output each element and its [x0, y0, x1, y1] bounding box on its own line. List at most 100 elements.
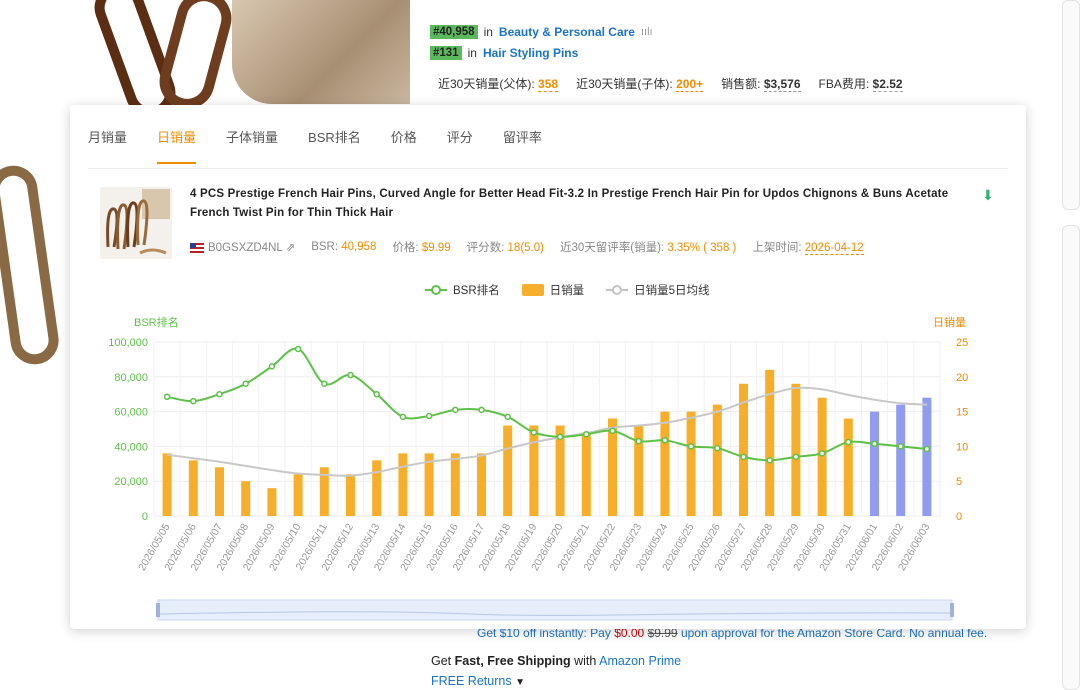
- meta-label: 评分数:: [466, 242, 505, 254]
- bsr-point[interactable]: [687, 443, 695, 450]
- tab-2[interactable]: 子体销量: [226, 127, 278, 164]
- sales-stats: 近30天销量(父体): 358 近30天销量(子体): 200+ 销售额: $3…: [438, 75, 903, 92]
- bsr-point[interactable]: [163, 393, 171, 401]
- download-icon[interactable]: ⬇: [982, 187, 994, 204]
- bsr-point[interactable]: [923, 445, 931, 453]
- bsr-point[interactable]: [792, 453, 800, 461]
- zoom-slider-handle-left[interactable]: [156, 603, 160, 617]
- stat-value[interactable]: 200+: [676, 77, 704, 92]
- bar-daily-sales[interactable]: [529, 425, 539, 516]
- stat-value[interactable]: $2.52: [872, 77, 903, 92]
- bar-daily-sales[interactable]: [581, 432, 591, 516]
- rating-item: 评分数: 18(5.0): [467, 239, 544, 255]
- bsr-point[interactable]: [242, 380, 249, 388]
- tab-5[interactable]: 评分: [447, 127, 473, 164]
- chart-legend: BSR排名 日销量 日销量5日均线: [425, 282, 710, 298]
- bar-daily-sales[interactable]: [372, 460, 382, 516]
- bsr-point[interactable]: [190, 397, 197, 405]
- tab-1[interactable]: 日销量: [157, 127, 197, 164]
- bsr-value: 40,958: [341, 241, 377, 253]
- bsr-point[interactable]: [661, 437, 669, 444]
- bar-daily-sales[interactable]: [477, 453, 486, 516]
- review-rate-value: 3.35% ( 358 ): [667, 242, 737, 254]
- product-thumbnail: [100, 187, 172, 259]
- rank-category-link[interactable]: Beauty & Personal Care: [499, 25, 635, 39]
- listed-item: 上架时间: 2026-04-12: [752, 239, 864, 255]
- legend-item-daily-sales[interactable]: 日销量: [521, 282, 584, 298]
- bar-daily-sales[interactable]: [922, 397, 932, 516]
- zoom-slider-handle-right[interactable]: [950, 603, 954, 617]
- bsr-point[interactable]: [268, 363, 276, 370]
- external-link-icon[interactable]: ⇗: [286, 242, 296, 254]
- bar-daily-sales[interactable]: [712, 404, 722, 516]
- bar-daily-sales[interactable]: [293, 474, 303, 516]
- bsr-point[interactable]: [373, 390, 380, 398]
- legend-item-bsr[interactable]: BSR排名: [425, 282, 500, 298]
- stat-label: 近30天销量(子体):: [576, 77, 673, 91]
- bar-daily-sales[interactable]: [450, 453, 460, 516]
- bsr-point[interactable]: [452, 406, 459, 414]
- tab-3[interactable]: BSR排名: [308, 127, 361, 164]
- bar-daily-sales[interactable]: [162, 453, 172, 516]
- stat-value[interactable]: 358: [538, 77, 559, 92]
- bar-daily-sales[interactable]: [215, 467, 224, 516]
- stat-label: FBA费用:: [818, 77, 870, 91]
- bsr-point[interactable]: [556, 433, 564, 441]
- bsr-point[interactable]: [740, 453, 747, 461]
- rank-line: #40,958 in Beauty & Personal Care ıılı: [430, 21, 1038, 42]
- bar-daily-sales[interactable]: [503, 425, 513, 516]
- ma-line-swatch-icon: [606, 285, 629, 295]
- bsr-point[interactable]: [845, 438, 852, 446]
- bsr-point[interactable]: [321, 380, 328, 388]
- bsr-line-swatch-icon: [425, 285, 447, 295]
- bar-daily-sales[interactable]: [686, 411, 696, 516]
- bar-daily-sales[interactable]: [660, 411, 670, 516]
- bsr-point[interactable]: [897, 443, 904, 450]
- bsr-point[interactable]: [818, 450, 826, 457]
- bar-daily-sales[interactable]: [346, 474, 355, 516]
- bar-daily-sales[interactable]: [817, 397, 827, 516]
- bar-daily-sales[interactable]: [398, 453, 408, 516]
- bsr-point[interactable]: [766, 457, 773, 464]
- bar-daily-sales[interactable]: [267, 488, 277, 516]
- bsr-point[interactable]: [425, 412, 433, 420]
- bsr-point[interactable]: [504, 413, 511, 421]
- bar-daily-sales[interactable]: [896, 404, 906, 516]
- tabs-divider: [88, 168, 1008, 169]
- prime-link[interactable]: Amazon Prime: [599, 654, 681, 668]
- bsr-rank-box: #40,958 in Beauty & Personal Care ıılı #…: [430, 0, 1038, 110]
- legend-item-moving-average[interactable]: 日销量5日均线: [606, 282, 710, 298]
- sales-chart-popup: 月销量 日销量 子体销量 BSR排名 价格 评分 留评率 4 PCS Prestige Fr…: [70, 105, 1026, 629]
- bar-daily-sales[interactable]: [765, 369, 775, 516]
- bar-daily-sales[interactable]: [870, 411, 879, 516]
- bsr-point[interactable]: [871, 440, 878, 448]
- rating-value: 18(5.0): [507, 242, 544, 254]
- stat-label: 近30天销量(父体):: [438, 77, 535, 91]
- bar-daily-sales[interactable]: [188, 460, 198, 516]
- bsr-point[interactable]: [635, 437, 642, 445]
- bsr-item: BSR: 40,958: [311, 241, 376, 253]
- bsr-point[interactable]: [530, 429, 538, 436]
- free-returns-link[interactable]: FREE Returns ▼: [431, 674, 525, 688]
- zoom-slider-track[interactable]: [157, 599, 953, 621]
- bsr-point[interactable]: [583, 430, 590, 438]
- bar-daily-sales[interactable]: [241, 481, 251, 516]
- rank-badge: #40,958: [430, 24, 478, 39]
- bsr-point[interactable]: [216, 390, 223, 398]
- bar-daily-sales[interactable]: [843, 418, 853, 516]
- tab-6[interactable]: 留评率: [503, 127, 542, 164]
- rank-category-link[interactable]: Hair Styling Pins: [483, 46, 578, 60]
- tab-0[interactable]: 月销量: [88, 127, 127, 164]
- bsr-point[interactable]: [294, 345, 302, 353]
- asin: B0GSXZD4NL: [208, 242, 283, 254]
- bsr-point[interactable]: [478, 406, 485, 414]
- bsr-point[interactable]: [347, 371, 354, 379]
- bsr-point[interactable]: [609, 427, 616, 434]
- bsr-point[interactable]: [714, 444, 721, 452]
- stat-value: $3,576: [763, 77, 801, 92]
- bsr-point[interactable]: [399, 413, 407, 421]
- tab-4[interactable]: 价格: [391, 127, 417, 164]
- stat-item: 近30天销量(子体): 200+: [576, 75, 704, 92]
- bar-daily-sales[interactable]: [791, 383, 801, 516]
- bar-chart-icon[interactable]: ıılı: [641, 26, 653, 38]
